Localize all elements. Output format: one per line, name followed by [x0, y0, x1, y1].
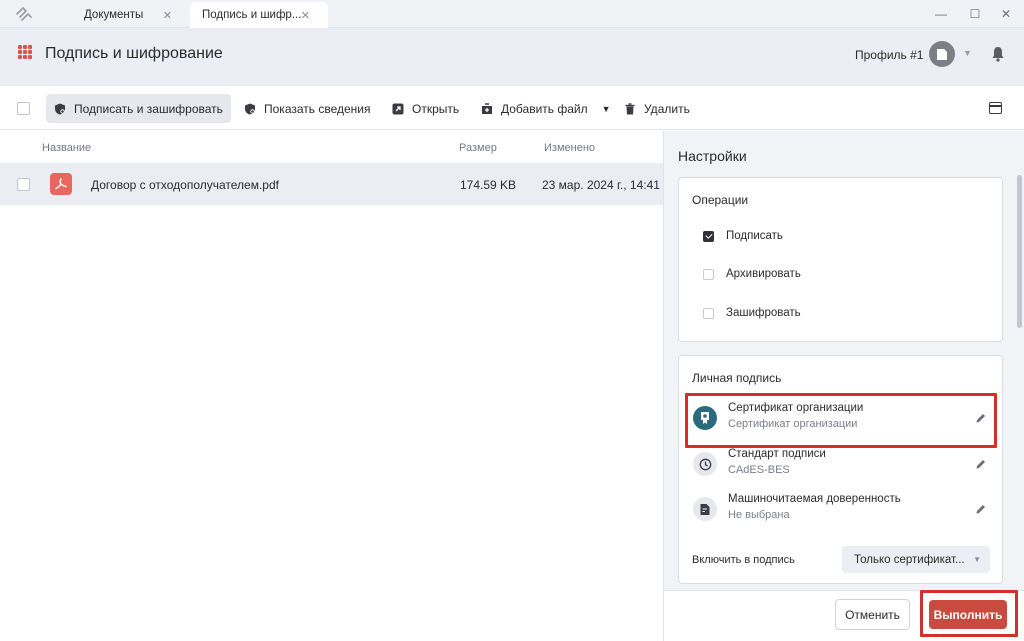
minimize-icon[interactable]: —	[929, 4, 953, 24]
operation-encrypt-label: Зашифровать	[726, 307, 801, 319]
file-modified: 23 мар. 2024 г., 14:41	[542, 178, 660, 192]
signature-standard-item[interactable]: Стандарт подписи CAdES-BES	[691, 445, 991, 485]
panel-toggle-icon[interactable]	[989, 102, 1002, 114]
column-name[interactable]: Название	[42, 142, 91, 154]
operation-archive[interactable]: Архивировать	[703, 268, 801, 280]
tab-documents-label: Документы	[84, 9, 144, 21]
delete-label: Удалить	[644, 101, 690, 116]
chevron-down-icon: ▼	[973, 555, 981, 564]
row-checkbox[interactable]	[17, 178, 30, 191]
open-button[interactable]: Открыть	[384, 94, 467, 123]
include-in-signature-label: Включить в подпись	[692, 554, 795, 566]
pdf-icon	[50, 173, 72, 195]
personal-signature-title: Личная подпись	[692, 371, 782, 385]
pencil-icon[interactable]	[975, 458, 987, 470]
close-window-icon[interactable]: ✕	[994, 4, 1018, 24]
app-header: Подпись и шифрование Профиль #1 ▼	[0, 28, 1024, 86]
poa-value: Не выбрана	[728, 509, 790, 521]
sign-encrypt-label: Подписать и зашифровать	[74, 101, 223, 116]
select-all-checkbox[interactable]	[17, 102, 30, 115]
file-name: Договор с отходополучателем.pdf	[91, 178, 279, 192]
shield-icon	[55, 103, 65, 114]
page-title: Подпись и шифрование	[45, 45, 223, 62]
tab-sign-encrypt[interactable]: Подпись и шифр... ✕	[190, 2, 328, 28]
close-icon[interactable]: ✕	[163, 9, 172, 22]
open-external-icon	[392, 103, 404, 114]
cancel-button[interactable]: Отменить	[835, 599, 910, 630]
chevron-down-icon[interactable]: ▼	[963, 48, 972, 58]
profile-label[interactable]: Профиль #1	[855, 48, 923, 62]
add-file-icon	[482, 102, 492, 114]
tab-sign-encrypt-label: Подпись и шифр...	[202, 9, 302, 21]
add-file-label: Добавить файл	[501, 101, 588, 116]
tab-documents[interactable]: Документы ✕	[58, 2, 186, 28]
chevron-down-icon[interactable]: ▼	[602, 104, 611, 114]
signature-standard-title: Стандарт подписи	[728, 448, 826, 460]
bell-icon[interactable]	[991, 46, 1005, 62]
certificate-highlight	[685, 393, 997, 448]
trash-icon	[625, 102, 635, 114]
sign-checkbox[interactable]	[703, 230, 714, 242]
delete-button[interactable]: Удалить	[616, 94, 698, 123]
settings-title: Настройки	[678, 148, 747, 164]
title-bar: Документы ✕ Подпись и шифр... ✕ — ☐ ✕	[0, 0, 1024, 28]
profile-document-icon	[937, 48, 947, 60]
add-file-button[interactable]: Добавить файл ▼	[473, 94, 619, 123]
machine-readable-poa-item[interactable]: Машиночитаемая доверенность Не выбрана	[691, 490, 991, 530]
clock-icon	[693, 452, 717, 476]
operations-card: Операции Подписать Архивировать Зашифров…	[678, 177, 1003, 342]
signature-standard-value: CAdES-BES	[728, 464, 790, 476]
file-list: Название Размер Изменено Договор с отход…	[0, 131, 663, 641]
operation-sign[interactable]: Подписать	[703, 230, 783, 242]
pencil-icon[interactable]	[975, 503, 987, 515]
include-in-signature-value: Только сертификат...	[854, 553, 965, 566]
table-row[interactable]: Договор с отходополучателем.pdf 174.59 K…	[0, 163, 663, 205]
column-size[interactable]: Размер	[459, 142, 497, 154]
settings-panel: Настройки Операции Подписать Архивироват…	[663, 131, 1024, 641]
document-icon	[693, 497, 717, 521]
file-size: 174.59 KB	[460, 178, 517, 192]
apps-grid-icon[interactable]	[18, 45, 32, 59]
show-info-label: Показать сведения	[264, 101, 371, 116]
toolbar: Подписать и зашифровать Показать сведени…	[0, 86, 1024, 130]
poa-title: Машиночитаемая доверенность	[728, 493, 901, 505]
personal-signature-card: Личная подпись Сертификат организации Се…	[678, 355, 1003, 584]
app-logo-icon	[16, 6, 32, 21]
show-info-button[interactable]: Показать сведения	[236, 94, 379, 123]
run-button-highlight	[920, 590, 1018, 637]
encrypt-checkbox[interactable]	[703, 307, 714, 319]
column-modified[interactable]: Изменено	[544, 142, 595, 154]
close-icon[interactable]: ✕	[301, 9, 310, 22]
open-label: Открыть	[412, 101, 460, 116]
operation-encrypt[interactable]: Зашифровать	[703, 307, 801, 319]
maximize-icon[interactable]: ☐	[963, 4, 987, 24]
operation-sign-label: Подписать	[726, 230, 783, 242]
operation-archive-label: Архивировать	[726, 268, 801, 280]
include-in-signature-select[interactable]: Только сертификат... ▼	[842, 546, 990, 573]
settings-scrollbar[interactable]	[1017, 175, 1022, 328]
avatar[interactable]	[929, 41, 955, 67]
archive-checkbox[interactable]	[703, 268, 714, 280]
sign-encrypt-button[interactable]: Подписать и зашифровать	[46, 94, 231, 123]
shield-info-icon	[245, 103, 255, 114]
operations-title: Операции	[692, 193, 749, 207]
